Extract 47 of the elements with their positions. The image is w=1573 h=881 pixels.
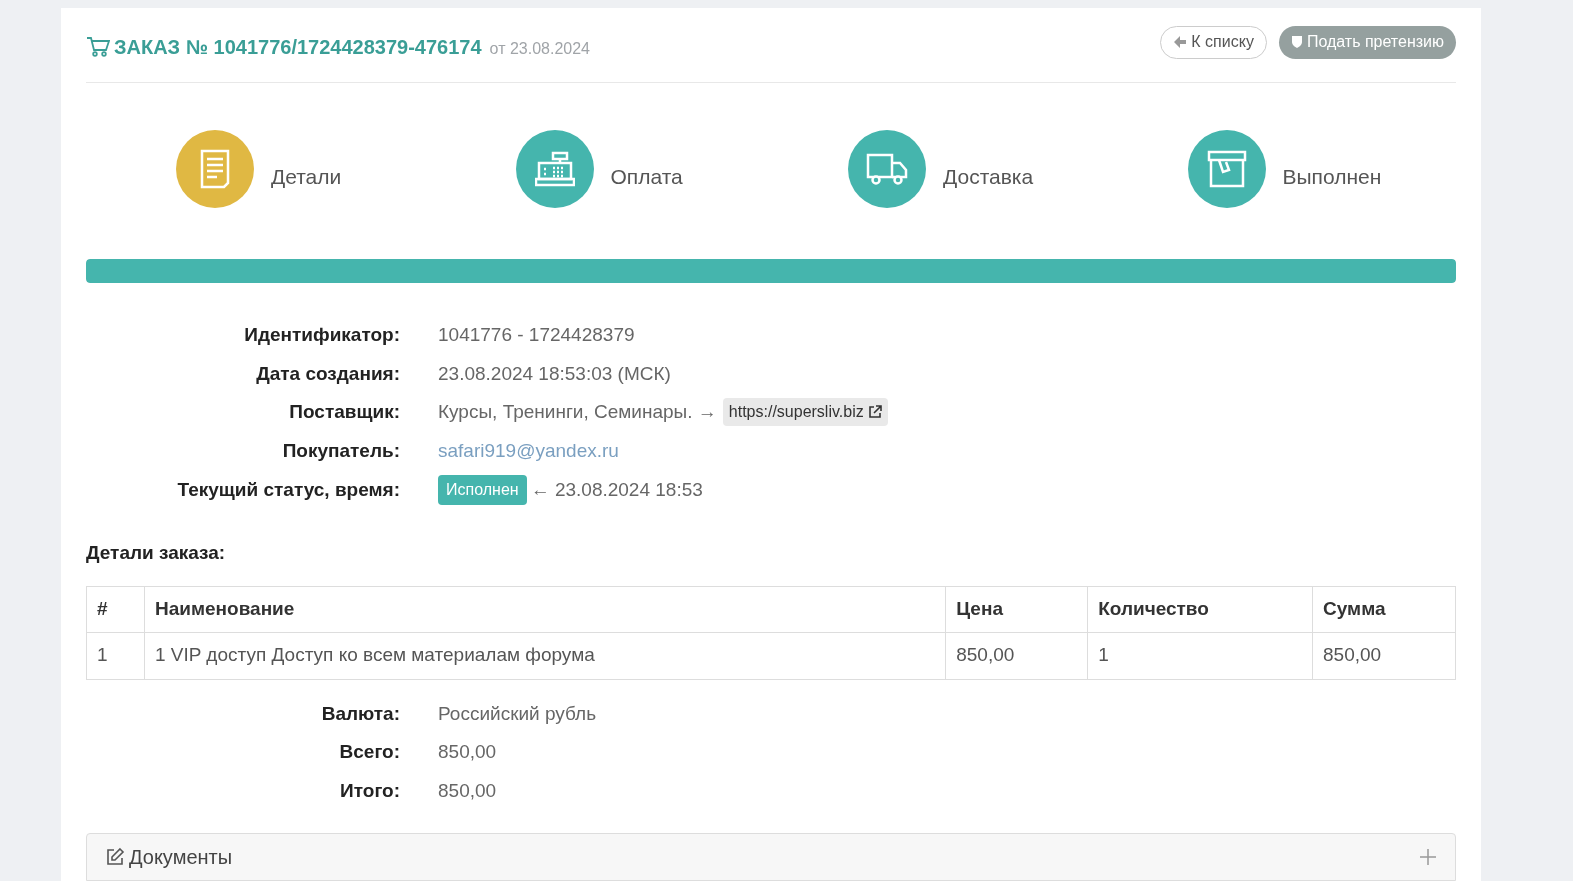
field-value: 850,00: [438, 778, 497, 803]
edit-icon: [105, 847, 125, 867]
truck-icon: [866, 152, 908, 186]
status-badge: Исполнен: [438, 475, 527, 505]
column-header: Количество: [1087, 586, 1313, 632]
field-value: Российский рубль: [438, 701, 597, 726]
column-header: Сумма: [1312, 586, 1456, 632]
step-label: Доставка: [943, 164, 1034, 191]
field-value: 1041776 - 1724428379: [438, 323, 635, 347]
shield-icon: [1290, 35, 1303, 49]
arrow-left-icon: [1173, 35, 1188, 49]
column-header: Наименование: [144, 586, 946, 632]
table-cell: 1 VIP доступ Доступ ко всем материалам форума: [144, 632, 946, 679]
field-label: Идентификатор:: [243, 323, 400, 347]
section-title: Детали заказа:: [86, 541, 227, 565]
website-link[interactable]: https://supersliv.biz: [722, 398, 888, 427]
order-title: ЗАКАЗ № 1041776/1724428379-476174: [114, 35, 482, 60]
field-label: Покупатель:: [281, 438, 400, 463]
cart-icon: [86, 36, 110, 58]
table-cell: 1: [1087, 632, 1313, 679]
document-icon: [199, 149, 231, 189]
field-value: 850,00: [438, 740, 497, 764]
box-icon: [1206, 150, 1247, 188]
column-header: Цена: [945, 586, 1088, 632]
table-cell: 850,00: [945, 632, 1088, 679]
step-label: Оплата: [610, 164, 683, 191]
documents-panel[interactable]: Документы: [86, 833, 1456, 881]
external-link-icon: [867, 405, 882, 420]
table-cell: 1: [86, 632, 145, 679]
field-label: Всего:: [338, 740, 400, 764]
step-label: Детали: [271, 164, 342, 191]
field-label: Поставщик:: [288, 400, 400, 424]
column-header: #: [86, 586, 145, 632]
plus-icon[interactable]: [1419, 848, 1437, 866]
step-label: Выполнен: [1282, 164, 1382, 191]
back-button[interactable]: К списку: [1160, 25, 1267, 59]
documents-title: Документы: [129, 845, 233, 870]
field-label: Дата создания:: [255, 361, 400, 386]
table-cell: 850,00: [1312, 632, 1456, 679]
field-label: Текущий статус, время:: [176, 477, 400, 502]
field-value: 23.08.2024 18:53:03 (МСК): [438, 361, 671, 386]
cash-register-icon: [534, 151, 575, 187]
field-label: Валюта:: [320, 701, 400, 726]
status-time: ← 23.08.2024 18:53: [530, 477, 703, 502]
field-value: Курсы, Тренинги, Семинары. →: [438, 400, 717, 424]
field-label: Итого:: [339, 778, 400, 803]
order-date: от 23.08.2024: [489, 39, 590, 59]
